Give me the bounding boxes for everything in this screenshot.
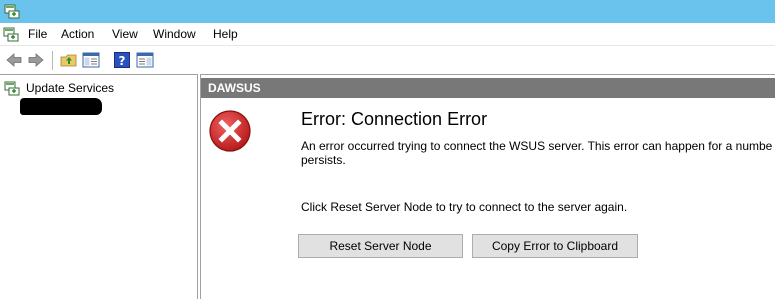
menu-window[interactable]: Window xyxy=(153,26,196,42)
copy-error-to-clipboard-button[interactable]: Copy Error to Clipboard xyxy=(472,234,638,258)
console-tree: Update Services xyxy=(0,74,198,299)
menu-file[interactable]: File xyxy=(28,26,47,42)
reset-instruction-text: Click Reset Server Node to try to connec… xyxy=(301,200,628,214)
error-title: Error: Connection Error xyxy=(301,109,488,129)
server-header-bar: DAWSUS xyxy=(201,78,775,98)
forward-arrow-icon[interactable] xyxy=(27,51,45,69)
tree-item-label: Update Services xyxy=(26,81,115,95)
error-icon xyxy=(209,110,251,152)
tree-item-update-services[interactable]: Update Services xyxy=(4,80,194,98)
result-pane: DAWSUS Error: Connection Error An error … xyxy=(200,74,775,299)
toolbar: ? xyxy=(0,45,775,74)
menu-view[interactable]: View xyxy=(112,26,138,42)
mmc-document-icon[interactable] xyxy=(3,26,19,42)
wsus-app-icon xyxy=(4,4,20,19)
server-name-title: DAWSUS xyxy=(208,81,261,95)
menu-action[interactable]: Action xyxy=(61,26,94,42)
title-bar xyxy=(0,0,775,23)
show-hide-console-tree-icon[interactable] xyxy=(82,51,100,69)
back-arrow-icon[interactable] xyxy=(5,51,23,69)
menu-bar: File Action View Window Help xyxy=(0,23,775,45)
update-services-icon xyxy=(4,81,20,96)
show-hide-action-pane-icon[interactable] xyxy=(136,51,154,69)
error-description-continued: persists. xyxy=(301,153,346,167)
reset-server-node-button[interactable]: Reset Server Node xyxy=(298,234,463,258)
redacted-server-name[interactable] xyxy=(20,98,102,115)
menu-help[interactable]: Help xyxy=(213,26,238,42)
error-description: An error occurred trying to connect the … xyxy=(301,139,773,153)
help-icon[interactable]: ? xyxy=(113,51,131,69)
toolbar-separator xyxy=(52,51,53,70)
svg-text:?: ? xyxy=(119,54,126,68)
folder-up-icon[interactable] xyxy=(60,51,78,69)
